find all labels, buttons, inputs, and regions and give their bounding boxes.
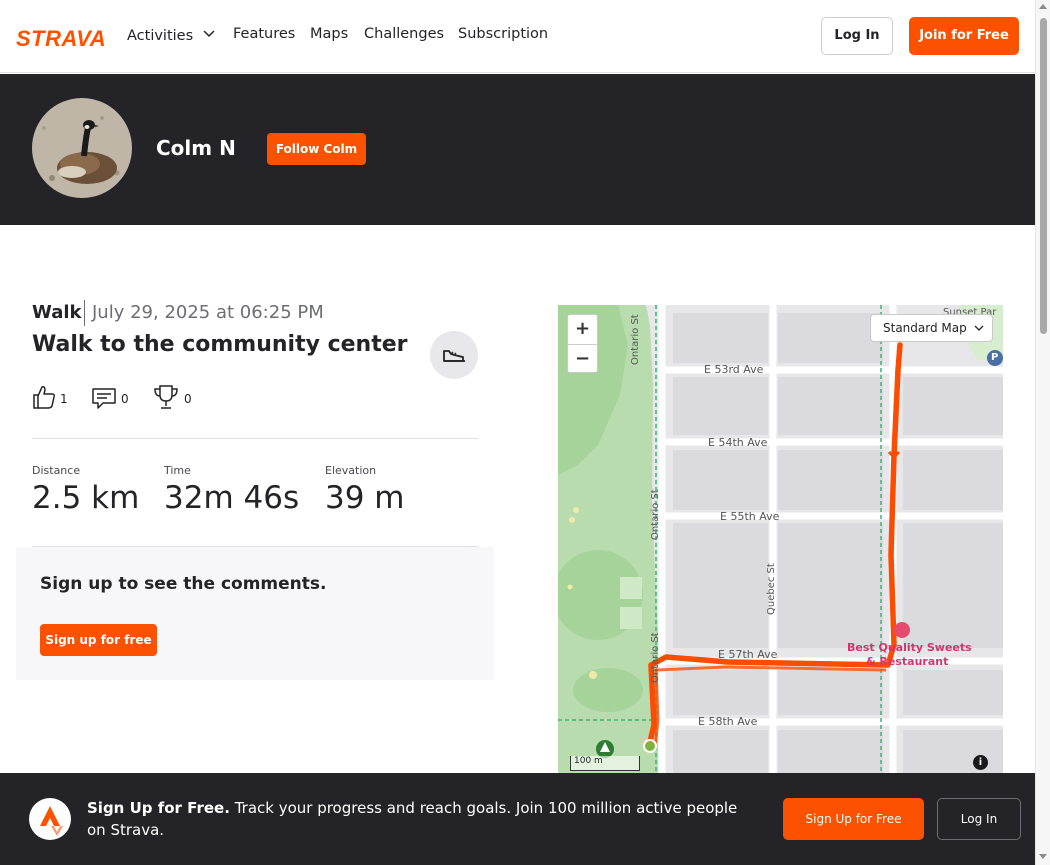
scroll-thumb[interactable]: [1040, 18, 1047, 334]
login-button[interactable]: Log In: [821, 17, 893, 55]
cta-login-button[interactable]: Log In: [937, 798, 1021, 840]
map-scale: 100 m: [570, 756, 640, 771]
nav-maps[interactable]: Maps: [310, 26, 348, 42]
avatar[interactable]: [32, 98, 132, 198]
map-style-label: Standard Map: [883, 321, 967, 335]
nav-challenges[interactable]: Challenges: [364, 26, 444, 42]
nav-subscription[interactable]: Subscription: [458, 26, 548, 42]
comments-count: 0: [121, 392, 129, 406]
stat-distance-label: Distance: [32, 464, 81, 477]
athlete-name[interactable]: Colm N: [156, 136, 236, 160]
stat-elevation-label: Elevation: [325, 464, 377, 477]
zoom-out-button[interactable]: −: [568, 345, 597, 374]
signup-cta-bar: Sign Up for Free. Track your progress an…: [0, 773, 1035, 865]
achievements-button[interactable]: 0: [153, 384, 193, 412]
shoe-icon: [443, 350, 465, 362]
cta-signup-button[interactable]: Sign Up for Free: [783, 798, 924, 840]
signup-button[interactable]: Sign up for free: [40, 624, 157, 656]
follow-button[interactable]: Follow Colm: [267, 133, 366, 165]
stat-elevation-value: 39 m: [325, 480, 405, 516]
stat-time-label: Time: [164, 464, 191, 477]
parking-icon: P: [991, 352, 999, 363]
strava-logo-icon: [29, 798, 71, 840]
join-button[interactable]: Join for Free: [909, 17, 1019, 55]
achievements-count: 0: [184, 392, 192, 406]
divider: [32, 438, 478, 439]
street-label-ontario-mid: Ontario St: [650, 489, 661, 540]
nav-activities[interactable]: Activities: [127, 26, 215, 44]
scroll-down-arrow[interactable]: [1039, 854, 1047, 859]
activity-map[interactable]: E 53rd Ave E 54th Ave E 55th Ave E 57th …: [558, 305, 1003, 773]
street-label-e53: E 53rd Ave: [704, 363, 764, 376]
activity-type: Walk: [32, 302, 82, 323]
activity-title: Walk to the community center: [32, 332, 408, 357]
chevron-down-icon: [974, 315, 984, 341]
cta-bold: Sign Up for Free.: [87, 799, 230, 817]
comments-signup-panel: Sign up to see the comments. Sign up for…: [16, 547, 494, 680]
thumbs-up-icon: [33, 386, 55, 409]
scrollbar[interactable]: [1035, 0, 1050, 865]
trophy-icon: [154, 385, 178, 409]
street-label-ontario-top: Ontario St: [630, 314, 641, 365]
scroll-up-arrow[interactable]: [1039, 4, 1047, 9]
street-label-e54: E 54th Ave: [708, 436, 768, 449]
street-label-e55: E 55th Ave: [720, 510, 780, 523]
profile-banner: Colm N Follow Colm: [0, 74, 1035, 225]
stat-distance-value: 2.5 km: [32, 480, 140, 516]
poi-label-line2[interactable]: & Restaurant: [866, 655, 948, 668]
street-label-ontario-bottom: Ontario St: [650, 632, 661, 683]
kudos-count: 1: [60, 392, 68, 406]
activity-divider: [84, 300, 85, 326]
cta-message: Sign Up for Free. Track your progress an…: [87, 797, 757, 841]
kudos-button[interactable]: 1: [32, 384, 72, 412]
street-label-quebec: Quebec St: [766, 563, 777, 615]
street-label-e57: E 57th Ave: [718, 648, 778, 661]
zoom-in-button[interactable]: +: [568, 315, 597, 344]
comment-icon: [92, 388, 116, 409]
activity-date: July 29, 2025 at 06:25 PM: [92, 302, 324, 323]
chevron-down-icon: [203, 26, 215, 42]
poi-label-line1[interactable]: Best Quality Sweets: [847, 641, 972, 654]
sport-badge: [430, 331, 478, 379]
street-label-e58: E 58th Ave: [698, 715, 758, 728]
map-style-select[interactable]: Standard Map: [870, 314, 993, 342]
info-icon[interactable]: i: [973, 755, 988, 770]
nav-features[interactable]: Features: [233, 26, 295, 42]
map-canvas[interactable]: [558, 305, 1003, 773]
nav-activities-label: Activities: [127, 28, 194, 44]
stat-time-value: 32m 46s: [164, 480, 300, 516]
comments-heading: Sign up to see the comments.: [40, 574, 327, 594]
top-navigation: STRAVA Activities Features Maps Challeng…: [0, 0, 1035, 73]
zoom-controls: + −: [567, 314, 598, 373]
comments-button[interactable]: 0: [91, 384, 131, 412]
strava-logo[interactable]: STRAVA: [16, 26, 106, 52]
